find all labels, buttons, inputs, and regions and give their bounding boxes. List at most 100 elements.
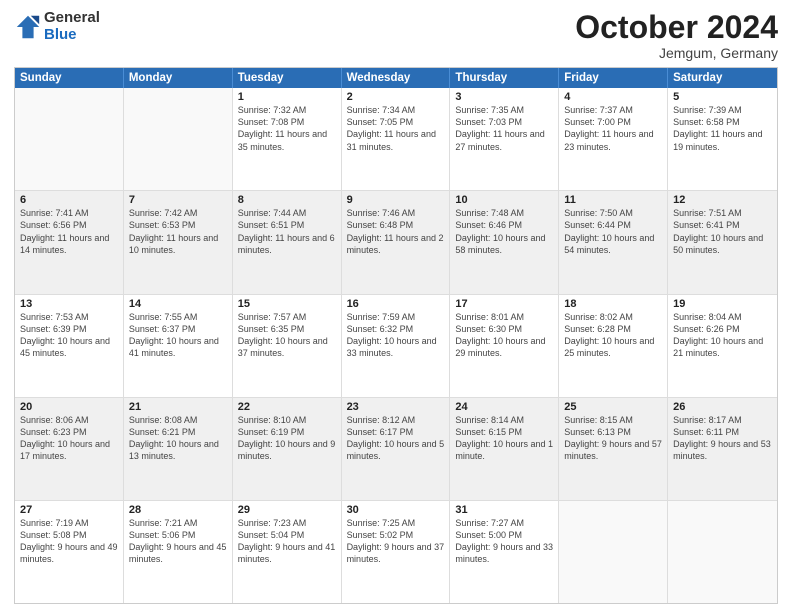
day-number: 16 xyxy=(347,298,445,310)
day-number: 22 xyxy=(238,401,336,413)
day-number: 29 xyxy=(238,504,336,516)
day-info: Sunrise: 8:08 AM Sunset: 6:21 PM Dayligh… xyxy=(129,414,227,463)
cal-header-thursday: Thursday xyxy=(450,68,559,88)
day-cell-1: 1Sunrise: 7:32 AM Sunset: 7:08 PM Daylig… xyxy=(233,88,342,190)
day-cell-12: 12Sunrise: 7:51 AM Sunset: 6:41 PM Dayli… xyxy=(668,191,777,293)
title-area: October 2024 Jemgum, Germany xyxy=(575,10,778,61)
day-info: Sunrise: 7:55 AM Sunset: 6:37 PM Dayligh… xyxy=(129,311,227,360)
day-number: 10 xyxy=(455,194,553,206)
day-cell-19: 19Sunrise: 8:04 AM Sunset: 6:26 PM Dayli… xyxy=(668,295,777,397)
day-info: Sunrise: 7:53 AM Sunset: 6:39 PM Dayligh… xyxy=(20,311,118,360)
day-info: Sunrise: 8:06 AM Sunset: 6:23 PM Dayligh… xyxy=(20,414,118,463)
day-cell-20: 20Sunrise: 8:06 AM Sunset: 6:23 PM Dayli… xyxy=(15,398,124,500)
logo-general: General xyxy=(44,10,100,27)
day-cell-6: 6Sunrise: 7:41 AM Sunset: 6:56 PM Daylig… xyxy=(15,191,124,293)
day-info: Sunrise: 7:37 AM Sunset: 7:00 PM Dayligh… xyxy=(564,104,662,153)
cal-header-sunday: Sunday xyxy=(15,68,124,88)
cal-header-friday: Friday xyxy=(559,68,668,88)
day-cell-13: 13Sunrise: 7:53 AM Sunset: 6:39 PM Dayli… xyxy=(15,295,124,397)
day-info: Sunrise: 8:10 AM Sunset: 6:19 PM Dayligh… xyxy=(238,414,336,463)
day-cell-14: 14Sunrise: 7:55 AM Sunset: 6:37 PM Dayli… xyxy=(124,295,233,397)
day-number: 6 xyxy=(20,194,118,206)
page: General Blue October 2024 Jemgum, German… xyxy=(0,0,792,612)
day-info: Sunrise: 8:14 AM Sunset: 6:15 PM Dayligh… xyxy=(455,414,553,463)
day-info: Sunrise: 7:41 AM Sunset: 6:56 PM Dayligh… xyxy=(20,207,118,256)
empty-cell xyxy=(124,88,233,190)
day-number: 17 xyxy=(455,298,553,310)
empty-cell xyxy=(15,88,124,190)
day-number: 7 xyxy=(129,194,227,206)
day-cell-31: 31Sunrise: 7:27 AM Sunset: 5:00 PM Dayli… xyxy=(450,501,559,603)
day-info: Sunrise: 7:48 AM Sunset: 6:46 PM Dayligh… xyxy=(455,207,553,256)
day-number: 23 xyxy=(347,401,445,413)
day-cell-22: 22Sunrise: 8:10 AM Sunset: 6:19 PM Dayli… xyxy=(233,398,342,500)
day-info: Sunrise: 7:23 AM Sunset: 5:04 PM Dayligh… xyxy=(238,517,336,566)
calendar-row-1: 1Sunrise: 7:32 AM Sunset: 7:08 PM Daylig… xyxy=(15,88,777,191)
logo-icon xyxy=(14,13,42,41)
day-cell-16: 16Sunrise: 7:59 AM Sunset: 6:32 PM Dayli… xyxy=(342,295,451,397)
day-cell-17: 17Sunrise: 8:01 AM Sunset: 6:30 PM Dayli… xyxy=(450,295,559,397)
day-info: Sunrise: 8:04 AM Sunset: 6:26 PM Dayligh… xyxy=(673,311,772,360)
day-cell-18: 18Sunrise: 8:02 AM Sunset: 6:28 PM Dayli… xyxy=(559,295,668,397)
day-number: 19 xyxy=(673,298,772,310)
day-cell-21: 21Sunrise: 8:08 AM Sunset: 6:21 PM Dayli… xyxy=(124,398,233,500)
day-cell-5: 5Sunrise: 7:39 AM Sunset: 6:58 PM Daylig… xyxy=(668,88,777,190)
cal-header-saturday: Saturday xyxy=(668,68,777,88)
day-number: 13 xyxy=(20,298,118,310)
day-info: Sunrise: 7:21 AM Sunset: 5:06 PM Dayligh… xyxy=(129,517,227,566)
day-info: Sunrise: 7:44 AM Sunset: 6:51 PM Dayligh… xyxy=(238,207,336,256)
day-number: 31 xyxy=(455,504,553,516)
calendar: SundayMondayTuesdayWednesdayThursdayFrid… xyxy=(14,67,778,604)
day-number: 1 xyxy=(238,91,336,103)
day-cell-23: 23Sunrise: 8:12 AM Sunset: 6:17 PM Dayli… xyxy=(342,398,451,500)
empty-cell xyxy=(559,501,668,603)
day-number: 11 xyxy=(564,194,662,206)
day-info: Sunrise: 7:42 AM Sunset: 6:53 PM Dayligh… xyxy=(129,207,227,256)
day-info: Sunrise: 7:25 AM Sunset: 5:02 PM Dayligh… xyxy=(347,517,445,566)
logo-area: General Blue xyxy=(14,10,100,43)
day-number: 24 xyxy=(455,401,553,413)
day-cell-11: 11Sunrise: 7:50 AM Sunset: 6:44 PM Dayli… xyxy=(559,191,668,293)
day-number: 30 xyxy=(347,504,445,516)
day-cell-24: 24Sunrise: 8:14 AM Sunset: 6:15 PM Dayli… xyxy=(450,398,559,500)
location: Jemgum, Germany xyxy=(575,45,778,61)
cal-header-wednesday: Wednesday xyxy=(342,68,451,88)
day-info: Sunrise: 8:01 AM Sunset: 6:30 PM Dayligh… xyxy=(455,311,553,360)
calendar-row-4: 20Sunrise: 8:06 AM Sunset: 6:23 PM Dayli… xyxy=(15,398,777,501)
header: General Blue October 2024 Jemgum, German… xyxy=(14,10,778,61)
day-info: Sunrise: 8:02 AM Sunset: 6:28 PM Dayligh… xyxy=(564,311,662,360)
day-cell-10: 10Sunrise: 7:48 AM Sunset: 6:46 PM Dayli… xyxy=(450,191,559,293)
day-number: 4 xyxy=(564,91,662,103)
day-info: Sunrise: 7:50 AM Sunset: 6:44 PM Dayligh… xyxy=(564,207,662,256)
day-info: Sunrise: 7:32 AM Sunset: 7:08 PM Dayligh… xyxy=(238,104,336,153)
day-info: Sunrise: 7:34 AM Sunset: 7:05 PM Dayligh… xyxy=(347,104,445,153)
logo-blue: Blue xyxy=(44,27,100,44)
day-number: 14 xyxy=(129,298,227,310)
day-info: Sunrise: 7:39 AM Sunset: 6:58 PM Dayligh… xyxy=(673,104,772,153)
cal-header-monday: Monday xyxy=(124,68,233,88)
day-info: Sunrise: 7:35 AM Sunset: 7:03 PM Dayligh… xyxy=(455,104,553,153)
calendar-row-3: 13Sunrise: 7:53 AM Sunset: 6:39 PM Dayli… xyxy=(15,295,777,398)
day-number: 28 xyxy=(129,504,227,516)
day-cell-7: 7Sunrise: 7:42 AM Sunset: 6:53 PM Daylig… xyxy=(124,191,233,293)
day-number: 18 xyxy=(564,298,662,310)
day-cell-15: 15Sunrise: 7:57 AM Sunset: 6:35 PM Dayli… xyxy=(233,295,342,397)
day-info: Sunrise: 7:59 AM Sunset: 6:32 PM Dayligh… xyxy=(347,311,445,360)
logo-text: General Blue xyxy=(44,10,100,43)
day-cell-28: 28Sunrise: 7:21 AM Sunset: 5:06 PM Dayli… xyxy=(124,501,233,603)
day-cell-2: 2Sunrise: 7:34 AM Sunset: 7:05 PM Daylig… xyxy=(342,88,451,190)
day-number: 27 xyxy=(20,504,118,516)
calendar-row-2: 6Sunrise: 7:41 AM Sunset: 6:56 PM Daylig… xyxy=(15,191,777,294)
day-cell-8: 8Sunrise: 7:44 AM Sunset: 6:51 PM Daylig… xyxy=(233,191,342,293)
day-number: 20 xyxy=(20,401,118,413)
calendar-row-5: 27Sunrise: 7:19 AM Sunset: 5:08 PM Dayli… xyxy=(15,501,777,603)
day-info: Sunrise: 7:57 AM Sunset: 6:35 PM Dayligh… xyxy=(238,311,336,360)
calendar-header-row: SundayMondayTuesdayWednesdayThursdayFrid… xyxy=(15,68,777,88)
day-number: 15 xyxy=(238,298,336,310)
day-number: 3 xyxy=(455,91,553,103)
month-title: October 2024 xyxy=(575,10,778,45)
day-info: Sunrise: 7:27 AM Sunset: 5:00 PM Dayligh… xyxy=(455,517,553,566)
day-cell-26: 26Sunrise: 8:17 AM Sunset: 6:11 PM Dayli… xyxy=(668,398,777,500)
day-info: Sunrise: 7:46 AM Sunset: 6:48 PM Dayligh… xyxy=(347,207,445,256)
day-info: Sunrise: 7:51 AM Sunset: 6:41 PM Dayligh… xyxy=(673,207,772,256)
